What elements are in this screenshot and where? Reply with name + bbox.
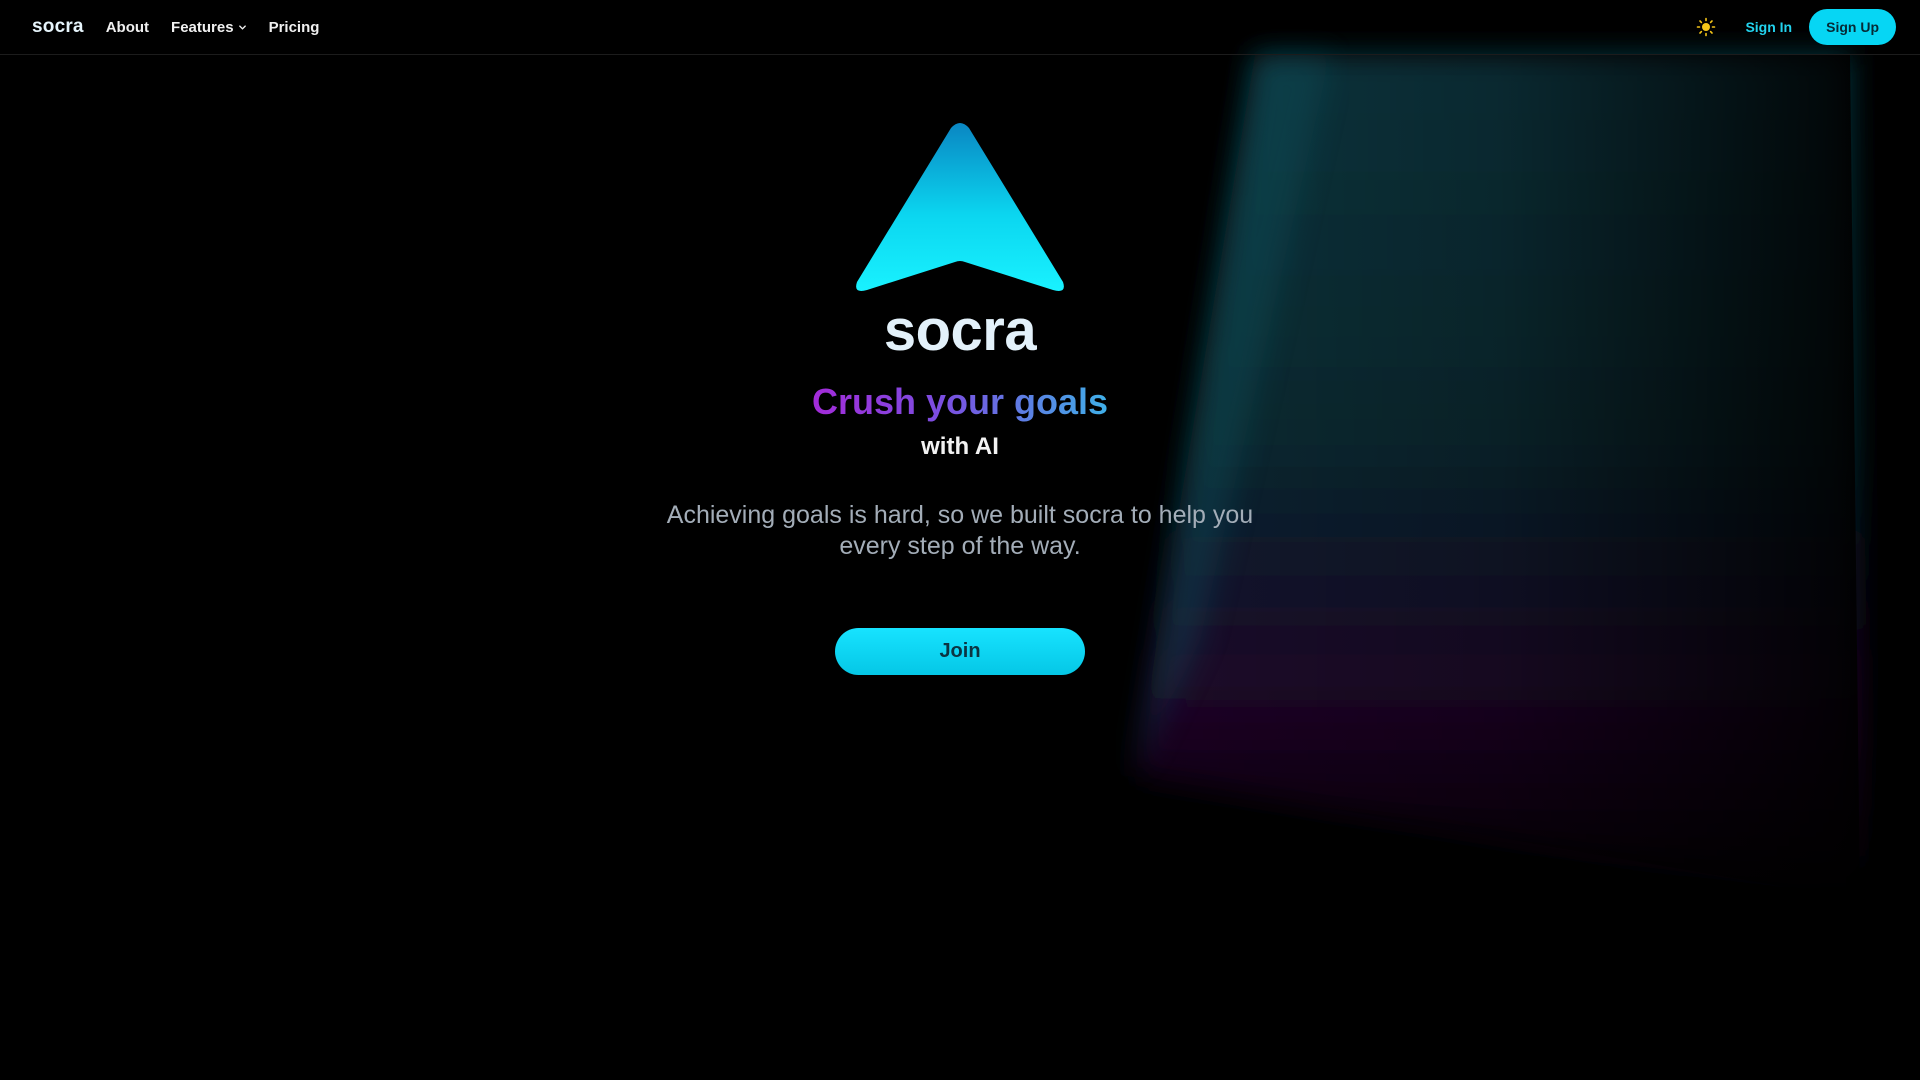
sign-in-link[interactable]: Sign In xyxy=(1745,19,1792,35)
nav-link-about[interactable]: About xyxy=(106,19,149,36)
sign-up-button[interactable]: Sign Up xyxy=(1809,9,1896,45)
brand-logo-text[interactable]: socra xyxy=(32,16,84,38)
hero-title: socra xyxy=(883,298,1037,363)
sun-icon xyxy=(1697,17,1716,37)
nav-link-features[interactable]: Features xyxy=(171,19,247,36)
chevron-down-icon xyxy=(238,24,246,30)
hero-description: Achieving goals is hard, so we built soc… xyxy=(666,501,1254,560)
nav-link-label: Pricing xyxy=(268,18,320,36)
top-navigation: socra About Features Pricing Sign In Sig… xyxy=(0,0,1920,55)
socra-arrow-logo-icon xyxy=(856,123,1064,291)
theme-toggle-button[interactable] xyxy=(1691,12,1721,42)
nav-link-label: About xyxy=(105,18,150,36)
hero-sub-tagline: with AI xyxy=(921,433,999,460)
hero-tagline-text: Crush your goals xyxy=(811,381,1109,422)
hero-section: socra Crush your goals with AI Achieving… xyxy=(0,0,1920,1080)
nav-link-label: Features xyxy=(171,18,234,36)
hero-tagline: Crush your goals xyxy=(0,381,1920,423)
join-button[interactable]: Join xyxy=(835,628,1085,675)
nav-link-pricing[interactable]: Pricing xyxy=(269,19,320,36)
page: socra About Features Pricing Sign In Sig… xyxy=(0,0,1920,1080)
